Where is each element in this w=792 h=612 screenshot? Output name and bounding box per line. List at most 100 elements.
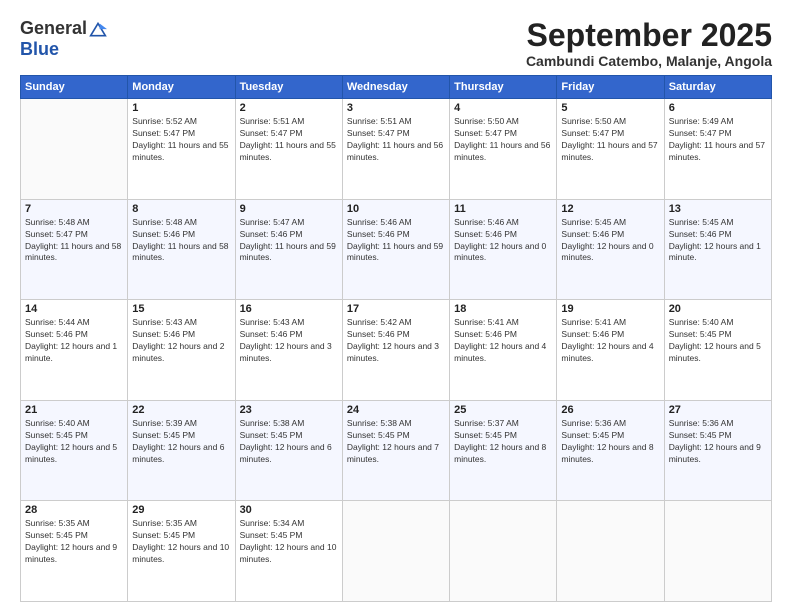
day-number: 7 bbox=[25, 203, 123, 215]
day-number: 26 bbox=[561, 404, 659, 416]
table-row: 13 Sunrise: 5:45 AMSunset: 5:46 PMDaylig… bbox=[664, 199, 771, 300]
day-info: Sunrise: 5:38 AMSunset: 5:45 PMDaylight:… bbox=[347, 418, 445, 466]
day-info: Sunrise: 5:43 AMSunset: 5:46 PMDaylight:… bbox=[132, 317, 230, 365]
table-row: 6 Sunrise: 5:49 AMSunset: 5:47 PMDayligh… bbox=[664, 99, 771, 200]
day-info: Sunrise: 5:42 AMSunset: 5:46 PMDaylight:… bbox=[347, 317, 445, 365]
day-number: 20 bbox=[669, 303, 767, 315]
day-number: 14 bbox=[25, 303, 123, 315]
day-info: Sunrise: 5:48 AMSunset: 5:47 PMDaylight:… bbox=[25, 217, 123, 265]
logo-blue-text: Blue bbox=[20, 39, 59, 59]
table-row: 23 Sunrise: 5:38 AMSunset: 5:45 PMDaylig… bbox=[235, 400, 342, 501]
day-number: 8 bbox=[132, 203, 230, 215]
day-info: Sunrise: 5:34 AMSunset: 5:45 PMDaylight:… bbox=[240, 518, 338, 566]
day-number: 15 bbox=[132, 303, 230, 315]
header-friday: Friday bbox=[557, 76, 664, 99]
day-number: 16 bbox=[240, 303, 338, 315]
day-number: 23 bbox=[240, 404, 338, 416]
table-row: 11 Sunrise: 5:46 AMSunset: 5:46 PMDaylig… bbox=[450, 199, 557, 300]
logo: General Blue bbox=[20, 18, 107, 60]
day-info: Sunrise: 5:35 AMSunset: 5:45 PMDaylight:… bbox=[25, 518, 123, 566]
table-row: 8 Sunrise: 5:48 AMSunset: 5:46 PMDayligh… bbox=[128, 199, 235, 300]
table-row: 2 Sunrise: 5:51 AMSunset: 5:47 PMDayligh… bbox=[235, 99, 342, 200]
day-number: 17 bbox=[347, 303, 445, 315]
table-row: 24 Sunrise: 5:38 AMSunset: 5:45 PMDaylig… bbox=[342, 400, 449, 501]
table-row: 4 Sunrise: 5:50 AMSunset: 5:47 PMDayligh… bbox=[450, 99, 557, 200]
day-info: Sunrise: 5:52 AMSunset: 5:47 PMDaylight:… bbox=[132, 116, 230, 164]
day-info: Sunrise: 5:38 AMSunset: 5:45 PMDaylight:… bbox=[240, 418, 338, 466]
day-number: 19 bbox=[561, 303, 659, 315]
day-info: Sunrise: 5:46 AMSunset: 5:46 PMDaylight:… bbox=[454, 217, 552, 265]
day-info: Sunrise: 5:49 AMSunset: 5:47 PMDaylight:… bbox=[669, 116, 767, 164]
logo-container: General Blue bbox=[20, 18, 107, 60]
calendar-week-row: 7 Sunrise: 5:48 AMSunset: 5:47 PMDayligh… bbox=[21, 199, 772, 300]
calendar-header-row: Sunday Monday Tuesday Wednesday Thursday… bbox=[21, 76, 772, 99]
day-info: Sunrise: 5:36 AMSunset: 5:45 PMDaylight:… bbox=[669, 418, 767, 466]
table-row: 30 Sunrise: 5:34 AMSunset: 5:45 PMDaylig… bbox=[235, 501, 342, 602]
day-info: Sunrise: 5:46 AMSunset: 5:46 PMDaylight:… bbox=[347, 217, 445, 265]
table-row: 19 Sunrise: 5:41 AMSunset: 5:46 PMDaylig… bbox=[557, 300, 664, 401]
header-monday: Monday bbox=[128, 76, 235, 99]
day-number: 10 bbox=[347, 203, 445, 215]
table-row: 17 Sunrise: 5:42 AMSunset: 5:46 PMDaylig… bbox=[342, 300, 449, 401]
page-subtitle: Cambundi Catembo, Malanje, Angola bbox=[526, 53, 772, 69]
table-row: 7 Sunrise: 5:48 AMSunset: 5:47 PMDayligh… bbox=[21, 199, 128, 300]
table-row: 12 Sunrise: 5:45 AMSunset: 5:46 PMDaylig… bbox=[557, 199, 664, 300]
calendar-week-row: 28 Sunrise: 5:35 AMSunset: 5:45 PMDaylig… bbox=[21, 501, 772, 602]
day-info: Sunrise: 5:45 AMSunset: 5:46 PMDaylight:… bbox=[669, 217, 767, 265]
day-number: 18 bbox=[454, 303, 552, 315]
day-number: 25 bbox=[454, 404, 552, 416]
logo-general-text: General bbox=[20, 18, 87, 38]
table-row: 16 Sunrise: 5:43 AMSunset: 5:46 PMDaylig… bbox=[235, 300, 342, 401]
day-info: Sunrise: 5:41 AMSunset: 5:46 PMDaylight:… bbox=[454, 317, 552, 365]
title-block: September 2025 Cambundi Catembo, Malanje… bbox=[526, 18, 772, 69]
table-row bbox=[557, 501, 664, 602]
day-number: 30 bbox=[240, 504, 338, 516]
table-row: 27 Sunrise: 5:36 AMSunset: 5:45 PMDaylig… bbox=[664, 400, 771, 501]
day-number: 1 bbox=[132, 102, 230, 114]
day-info: Sunrise: 5:35 AMSunset: 5:45 PMDaylight:… bbox=[132, 518, 230, 566]
header-tuesday: Tuesday bbox=[235, 76, 342, 99]
day-number: 2 bbox=[240, 102, 338, 114]
calendar-week-row: 14 Sunrise: 5:44 AMSunset: 5:46 PMDaylig… bbox=[21, 300, 772, 401]
day-number: 21 bbox=[25, 404, 123, 416]
day-info: Sunrise: 5:39 AMSunset: 5:45 PMDaylight:… bbox=[132, 418, 230, 466]
table-row bbox=[450, 501, 557, 602]
table-row: 28 Sunrise: 5:35 AMSunset: 5:45 PMDaylig… bbox=[21, 501, 128, 602]
page-title: September 2025 bbox=[526, 18, 772, 53]
table-row bbox=[21, 99, 128, 200]
day-number: 24 bbox=[347, 404, 445, 416]
day-info: Sunrise: 5:36 AMSunset: 5:45 PMDaylight:… bbox=[561, 418, 659, 466]
day-number: 4 bbox=[454, 102, 552, 114]
header-wednesday: Wednesday bbox=[342, 76, 449, 99]
table-row: 29 Sunrise: 5:35 AMSunset: 5:45 PMDaylig… bbox=[128, 501, 235, 602]
day-number: 6 bbox=[669, 102, 767, 114]
day-info: Sunrise: 5:40 AMSunset: 5:45 PMDaylight:… bbox=[25, 418, 123, 466]
day-info: Sunrise: 5:37 AMSunset: 5:45 PMDaylight:… bbox=[454, 418, 552, 466]
day-info: Sunrise: 5:44 AMSunset: 5:46 PMDaylight:… bbox=[25, 317, 123, 365]
day-info: Sunrise: 5:50 AMSunset: 5:47 PMDaylight:… bbox=[561, 116, 659, 164]
table-row: 26 Sunrise: 5:36 AMSunset: 5:45 PMDaylig… bbox=[557, 400, 664, 501]
table-row bbox=[664, 501, 771, 602]
day-number: 5 bbox=[561, 102, 659, 114]
table-row: 20 Sunrise: 5:40 AMSunset: 5:45 PMDaylig… bbox=[664, 300, 771, 401]
day-info: Sunrise: 5:40 AMSunset: 5:45 PMDaylight:… bbox=[669, 317, 767, 365]
day-number: 29 bbox=[132, 504, 230, 516]
day-info: Sunrise: 5:43 AMSunset: 5:46 PMDaylight:… bbox=[240, 317, 338, 365]
logo-triangle-icon bbox=[89, 21, 107, 39]
calendar-table: Sunday Monday Tuesday Wednesday Thursday… bbox=[20, 75, 772, 602]
calendar-week-row: 1 Sunrise: 5:52 AMSunset: 5:47 PMDayligh… bbox=[21, 99, 772, 200]
header-thursday: Thursday bbox=[450, 76, 557, 99]
table-row: 25 Sunrise: 5:37 AMSunset: 5:45 PMDaylig… bbox=[450, 400, 557, 501]
table-row: 21 Sunrise: 5:40 AMSunset: 5:45 PMDaylig… bbox=[21, 400, 128, 501]
table-row: 3 Sunrise: 5:51 AMSunset: 5:47 PMDayligh… bbox=[342, 99, 449, 200]
day-info: Sunrise: 5:51 AMSunset: 5:47 PMDaylight:… bbox=[240, 116, 338, 164]
day-info: Sunrise: 5:48 AMSunset: 5:46 PMDaylight:… bbox=[132, 217, 230, 265]
table-row: 18 Sunrise: 5:41 AMSunset: 5:46 PMDaylig… bbox=[450, 300, 557, 401]
table-row: 1 Sunrise: 5:52 AMSunset: 5:47 PMDayligh… bbox=[128, 99, 235, 200]
day-number: 12 bbox=[561, 203, 659, 215]
day-number: 3 bbox=[347, 102, 445, 114]
day-number: 27 bbox=[669, 404, 767, 416]
table-row: 14 Sunrise: 5:44 AMSunset: 5:46 PMDaylig… bbox=[21, 300, 128, 401]
table-row: 9 Sunrise: 5:47 AMSunset: 5:46 PMDayligh… bbox=[235, 199, 342, 300]
table-row bbox=[342, 501, 449, 602]
